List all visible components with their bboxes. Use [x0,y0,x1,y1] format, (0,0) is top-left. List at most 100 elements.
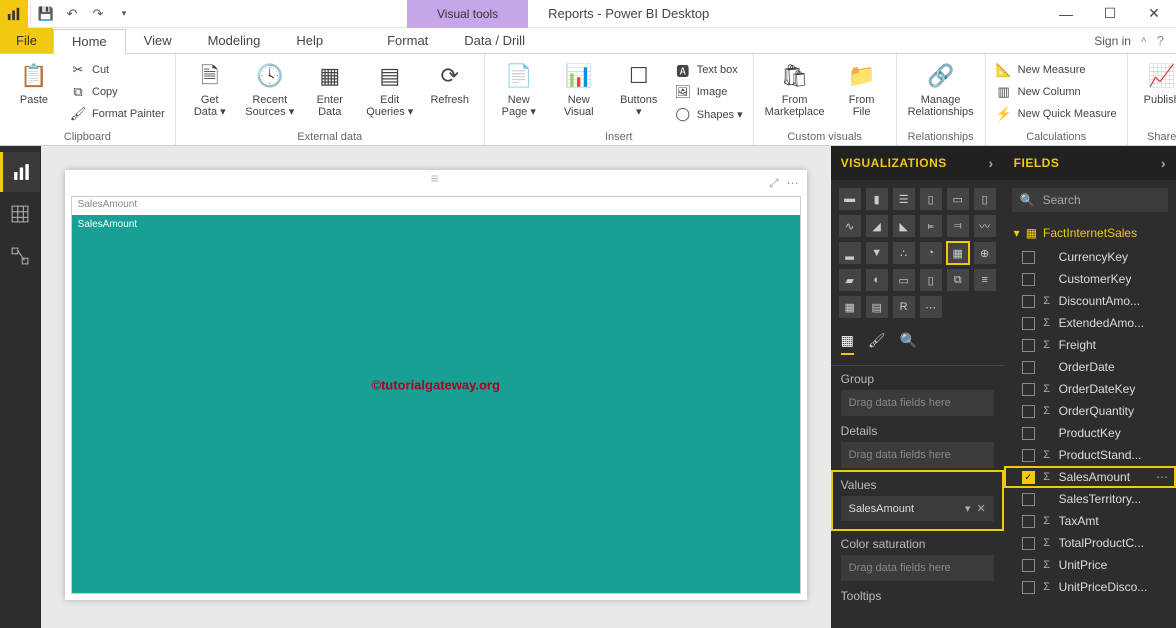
format-painter-button[interactable]: 🖌Format Painter [66,104,169,124]
tab-file[interactable]: File [0,28,53,53]
stacked-area-icon[interactable]: ◣ [893,215,915,237]
line-clustered-icon[interactable]: ⫤ [947,215,969,237]
area-chart-icon[interactable]: ◢ [866,215,888,237]
help-icon[interactable]: ? [1157,33,1164,48]
field-item[interactable]: ΣUnitPriceDisco... [1004,576,1176,598]
checkbox[interactable] [1022,515,1035,528]
checkbox[interactable] [1022,493,1035,506]
checkbox[interactable] [1022,339,1035,352]
clustered-bar-icon[interactable]: ☰ [893,188,915,210]
tab-view[interactable]: View [126,28,190,53]
model-view-button[interactable] [0,236,40,276]
checkbox[interactable] [1022,427,1035,440]
hundred-bar-icon[interactable]: ▭ [947,188,969,210]
undo-icon[interactable]: ↶ [59,0,85,28]
new-column-button[interactable]: ▥New Column [992,82,1121,102]
from-file-button[interactable]: 📁From File [834,56,890,118]
checkbox[interactable] [1022,383,1035,396]
field-item[interactable]: ΣTaxAmt [1004,510,1176,532]
stacked-column-icon[interactable]: ▮ [866,188,888,210]
refresh-button[interactable]: ⟳Refresh [422,56,478,106]
treemap-icon[interactable]: ▦ [947,242,969,264]
stacked-bar-icon[interactable]: ▬ [839,188,861,210]
tab-help[interactable]: Help [278,28,341,53]
kpi-icon[interactable]: ⧉ [947,269,969,291]
fields-header[interactable]: FIELDS › [1004,146,1176,180]
copy-button[interactable]: ⧉Copy [66,82,169,102]
manage-relationships-button[interactable]: 🔗Manage Relationships [903,56,979,118]
new-quick-measure-button[interactable]: ⚡New Quick Measure [992,104,1121,124]
field-item[interactable]: ΣTotalProductC... [1004,532,1176,554]
new-page-button[interactable]: 📄New Page ▾ [491,56,547,118]
chevron-up-icon[interactable]: ˄ [1141,35,1147,46]
field-item[interactable]: CurrencyKey [1004,246,1176,268]
enter-data-button[interactable]: ▦Enter Data [302,56,358,118]
field-item[interactable]: SalesTerritory... [1004,488,1176,510]
field-item[interactable]: ΣDiscountAmo... [1004,290,1176,312]
multi-card-icon[interactable]: ▯ [920,269,942,291]
field-item[interactable]: ΣProductStand... [1004,444,1176,466]
remove-field-icon[interactable]: ✕ [976,502,985,515]
field-item[interactable]: OrderDate [1004,356,1176,378]
field-item[interactable]: ✓ΣSalesAmount⋯ [1004,466,1176,488]
focus-mode-icon[interactable]: ⤢ [769,176,779,191]
tab-data-drill[interactable]: Data / Drill [446,28,543,53]
search-input[interactable]: 🔍 Search [1012,188,1168,212]
well-details[interactable]: Details Drag data fields here [831,418,1004,470]
new-visual-button[interactable]: 📊New Visual [551,56,607,118]
checkbox[interactable] [1022,559,1035,572]
field-item[interactable]: ProductKey [1004,422,1176,444]
checkbox[interactable] [1022,405,1035,418]
well-values[interactable]: Values SalesAmount ▾✕ [833,472,1002,529]
tab-home[interactable]: Home [53,29,126,54]
well-group[interactable]: Group Drag data fields here [831,366,1004,418]
format-tab-icon[interactable]: 🖌 [868,332,886,355]
minimize-button[interactable]: — [1044,0,1088,28]
canvas-area[interactable]: ≡ ⤢ ⋯ SalesAmount SalesAmount ©tutorialg… [41,146,831,628]
scatter-icon[interactable]: ∴ [893,242,915,264]
paste-button[interactable]: 📋 Paste [6,56,62,106]
publish-button[interactable]: 📈Publish [1134,56,1176,106]
field-item[interactable]: ΣExtendedAmo... [1004,312,1176,334]
grip-icon[interactable]: ≡ [421,176,451,182]
field-item[interactable]: CustomerKey [1004,268,1176,290]
well-tooltips[interactable]: Tooltips [831,583,1004,609]
more-visuals-icon[interactable]: ⋯ [920,296,942,318]
drop-zone[interactable]: Drag data fields here [841,442,994,468]
chevron-right-icon[interactable]: › [1161,155,1166,171]
treemap-visual[interactable]: SalesAmount SalesAmount [71,196,801,594]
image-button[interactable]: 🖼Image [671,82,747,102]
map-icon[interactable]: ⊕ [974,242,996,264]
gauge-icon[interactable]: ◐ [866,269,888,291]
treemap-body[interactable]: SalesAmount [72,215,800,593]
line-column-icon[interactable]: ⫢ [920,215,942,237]
more-options-icon[interactable]: ⋯ [1156,470,1168,484]
save-icon[interactable]: 💾 [33,0,59,28]
checkbox[interactable] [1022,295,1035,308]
new-measure-button[interactable]: 📐New Measure [992,60,1121,80]
visualizations-header[interactable]: VISUALIZATIONS › [831,146,1004,180]
checkbox[interactable]: ✓ [1022,471,1035,484]
report-view-button[interactable] [0,152,40,192]
cut-button[interactable]: ✂Cut [66,60,169,80]
tab-format[interactable]: Format [369,28,446,53]
line-chart-icon[interactable]: ∿ [839,215,861,237]
recent-sources-button[interactable]: 🕓Recent Sources ▾ [242,56,298,118]
from-marketplace-button[interactable]: 🛍From Marketplace [760,56,830,118]
checkbox[interactable] [1022,361,1035,374]
report-page[interactable]: ≡ ⤢ ⋯ SalesAmount SalesAmount ©tutorialg… [65,170,807,600]
checkbox[interactable] [1022,449,1035,462]
sign-in[interactable]: Sign in ˄ ? [1082,28,1176,53]
value-field-pill[interactable]: SalesAmount ▾✕ [841,496,994,521]
card-icon[interactable]: ▭ [893,269,915,291]
checkbox[interactable] [1022,251,1035,264]
checkbox[interactable] [1022,317,1035,330]
data-view-button[interactable] [0,194,40,234]
drop-zone[interactable]: Drag data fields here [841,555,994,581]
field-item[interactable]: ΣFreight [1004,334,1176,356]
more-options-icon[interactable]: ⋯ [787,176,799,191]
tab-modeling[interactable]: Modeling [190,28,279,53]
field-item[interactable]: ΣOrderDateKey [1004,378,1176,400]
checkbox[interactable] [1022,581,1035,594]
drop-zone[interactable]: Drag data fields here [841,390,994,416]
